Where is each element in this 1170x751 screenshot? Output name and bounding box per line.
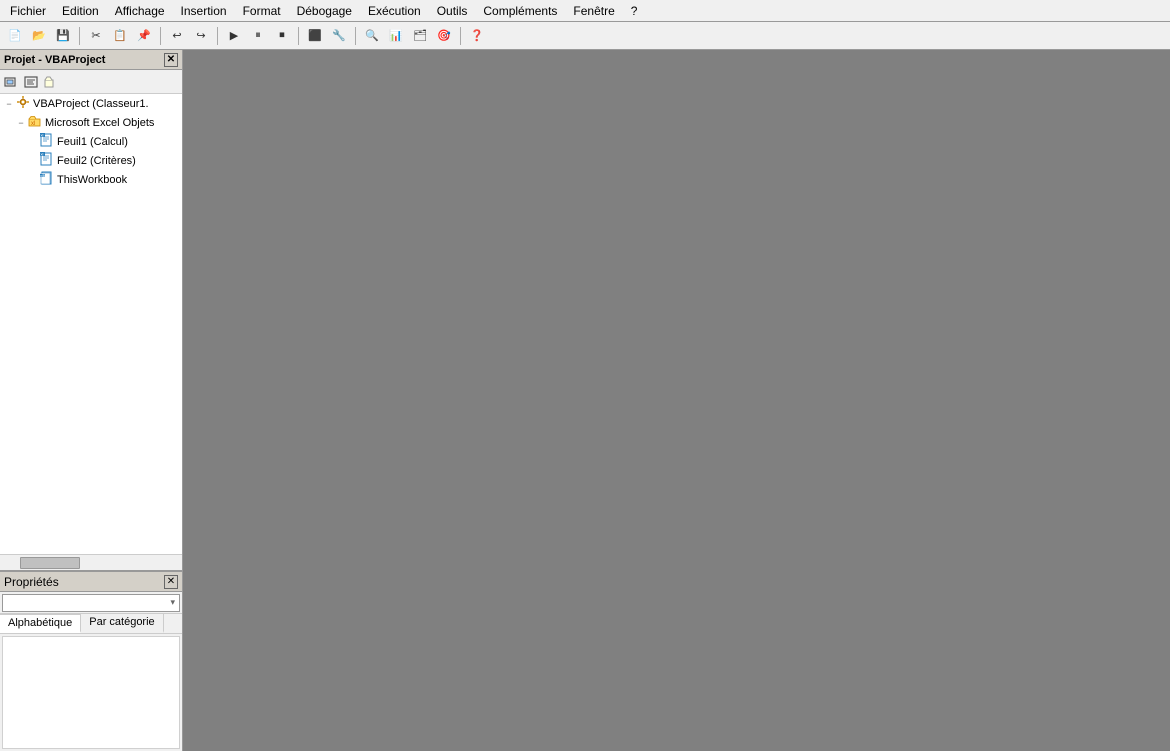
project-toolbar-view-object-button[interactable]: [2, 73, 20, 91]
properties-button[interactable]: 🎯: [433, 25, 455, 47]
tree-node-thisworkbook[interactable]: xlB ThisWorkbook: [0, 170, 182, 189]
run-button[interactable]: ▶: [223, 25, 245, 47]
pause-button[interactable]: ⏸: [247, 25, 269, 47]
chevron-down-icon: ▾: [170, 597, 175, 608]
tree-node-label: ThisWorkbook: [57, 174, 127, 186]
sheet-icon: xl: [40, 133, 54, 150]
sep3: [217, 27, 218, 45]
properties-panel-header: Propriétés ✕: [0, 572, 182, 592]
tab-alphabetique[interactable]: Alphabétique: [0, 614, 81, 633]
tree-toggle-icon: −: [16, 118, 26, 128]
svg-text:xl: xl: [41, 152, 44, 157]
toggle-break-button[interactable]: ⬛: [304, 25, 326, 47]
sep2: [160, 27, 161, 45]
properties-object-dropdown[interactable]: ▾: [2, 594, 180, 612]
project-tree-content: −VBAProject (Classeur1.−xlMicrosoft Exce…: [0, 94, 182, 189]
left-panel: Projet - VBAProject ✕: [0, 50, 183, 751]
tree-node-label: Feuil1 (Calcul): [57, 136, 128, 148]
menu-item-aide[interactable]: ?: [623, 2, 646, 20]
tree-node-vbaproject[interactable]: − VBAProject (Classeur1.: [0, 94, 182, 113]
menu-item-format[interactable]: Format: [235, 2, 289, 20]
menu-bar: FichierEditionAffichageInsertionFormatDé…: [0, 0, 1170, 22]
tree-node-feuil2[interactable]: xl Feuil2 (Critères): [0, 151, 182, 170]
project-toolbar-toggle-folders-button[interactable]: [42, 73, 60, 91]
undo-button[interactable]: ↩: [166, 25, 188, 47]
menu-item-fenetre[interactable]: Fenêtre: [565, 2, 622, 20]
properties-content-area: [2, 636, 180, 749]
properties-dropdown-row: ▾: [0, 592, 182, 614]
sep5: [355, 27, 356, 45]
menu-item-debogage[interactable]: Débogage: [289, 2, 360, 20]
tree-toggle-icon: −: [4, 99, 14, 109]
menu-item-fichier[interactable]: Fichier: [2, 2, 54, 20]
hscroll-thumb[interactable]: [20, 557, 80, 569]
cut-button[interactable]: ✂: [85, 25, 107, 47]
project-icon: [16, 95, 30, 112]
menu-item-outils[interactable]: Outils: [429, 2, 476, 20]
tree-node-label: Feuil2 (Critères): [57, 155, 136, 167]
tree-node-label: VBAProject (Classeur1.: [33, 98, 149, 110]
stop-button[interactable]: ⏹: [271, 25, 293, 47]
copy-button[interactable]: 📋: [109, 25, 131, 47]
main-editor-area: [183, 50, 1170, 751]
svg-text:xl: xl: [41, 133, 44, 138]
tree-node-feuil1[interactable]: xl Feuil1 (Calcul): [0, 132, 182, 151]
sep4: [298, 27, 299, 45]
new-button[interactable]: 📄: [4, 25, 26, 47]
menu-item-insertion[interactable]: Insertion: [173, 2, 235, 20]
project-tree[interactable]: −VBAProject (Classeur1.−xlMicrosoft Exce…: [0, 94, 182, 554]
save-button[interactable]: 💾: [52, 25, 74, 47]
svg-text:xlB: xlB: [40, 174, 46, 178]
paste-button[interactable]: 📌: [133, 25, 155, 47]
properties-panel-title: Propriétés: [4, 575, 59, 589]
menu-item-execution[interactable]: Exécution: [360, 2, 429, 20]
sep1: [79, 27, 80, 45]
project-panel-toolbar: [0, 70, 182, 94]
properties-panel: Propriétés ✕ ▾ Alphabétique Par catégori…: [0, 571, 182, 751]
help-button[interactable]: ❓: [466, 25, 488, 47]
sep6: [460, 27, 461, 45]
project-explorer-button[interactable]: 🗂: [409, 25, 431, 47]
svg-text:xl: xl: [31, 121, 35, 127]
project-panel: Projet - VBAProject ✕: [0, 50, 182, 571]
project-panel-header: Projet - VBAProject ✕: [0, 50, 182, 70]
folder-icon: xl: [28, 114, 42, 131]
project-panel-close-button[interactable]: ✕: [164, 53, 178, 67]
clear-breaks-button[interactable]: 🔧: [328, 25, 350, 47]
project-panel-title: Projet - VBAProject: [4, 54, 105, 66]
project-tree-hscrollbar[interactable]: [0, 554, 182, 570]
find-button[interactable]: 🔍: [361, 25, 383, 47]
open-button[interactable]: 📂: [28, 25, 50, 47]
toolbar: 📄📂💾 ✂📋📌 ↩↪ ▶⏸⏹ ⬛🔧 🔍📊🗂🎯 ❓: [0, 22, 1170, 50]
tab-par-categorie[interactable]: Par catégorie: [81, 614, 163, 633]
redo-button[interactable]: ↪: [190, 25, 212, 47]
tree-node-label: Microsoft Excel Objets: [45, 117, 154, 129]
main-layout: Projet - VBAProject ✕: [0, 50, 1170, 751]
workbook-icon: xlB: [40, 171, 54, 188]
menu-item-affichage[interactable]: Affichage: [107, 2, 173, 20]
properties-panel-close-button[interactable]: ✕: [164, 575, 178, 589]
properties-tabs: Alphabétique Par catégorie: [0, 614, 182, 634]
object-browser-button[interactable]: 📊: [385, 25, 407, 47]
menu-item-edition[interactable]: Edition: [54, 2, 107, 20]
tree-node-ms-excel-objets[interactable]: −xl Microsoft Excel Objets: [0, 113, 182, 132]
sheet-icon: xl: [40, 152, 54, 169]
project-toolbar-view-code-button[interactable]: [22, 73, 40, 91]
menu-item-complements[interactable]: Compléments: [475, 2, 565, 20]
